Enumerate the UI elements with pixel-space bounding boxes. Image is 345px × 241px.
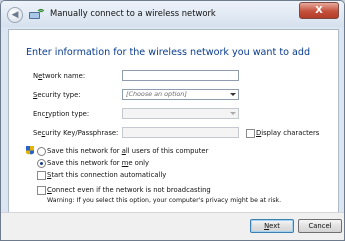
close-button[interactable]: X — [299, 2, 339, 19]
network-name-label: Network name: — [33, 72, 86, 80]
save-all-users-label: Save this network for all users of this … — [47, 147, 209, 155]
save-me-only-label: Save this network for me only — [47, 159, 150, 167]
back-arrow-icon: ◀ — [11, 10, 19, 20]
encryption-type-select[interactable] — [122, 108, 239, 119]
button-bar: Next Cancel — [1, 212, 344, 240]
next-button[interactable]: Next — [250, 219, 294, 233]
security-type-value: [Choose an option] — [126, 90, 187, 98]
security-type-label: Security type: — [33, 91, 81, 99]
save-all-users-radio[interactable] — [37, 147, 46, 156]
connect-not-broadcasting-label: Connect even if the network is not broad… — [47, 186, 211, 194]
wireless-network-icon — [29, 8, 44, 19]
network-name-input[interactable] — [122, 70, 239, 81]
chevron-down-icon — [230, 112, 236, 115]
window-title: Manually connect to a wireless network — [50, 8, 216, 18]
privacy-warning-text: Warning: If you select this option, your… — [47, 197, 282, 204]
back-button[interactable]: ◀ — [7, 7, 23, 23]
security-key-input[interactable] — [122, 127, 239, 138]
title-bar: ◀ Manually connect to a wireless network… — [1, 1, 344, 27]
cancel-button[interactable]: Cancel — [298, 219, 342, 233]
content-panel: Enter information for the wireless netwo… — [8, 29, 339, 214]
dialog-window: ◀ Manually connect to a wireless network… — [0, 0, 345, 241]
chevron-down-icon — [230, 93, 236, 96]
save-me-only-radio[interactable] — [37, 159, 46, 168]
start-automatically-checkbox[interactable] — [37, 171, 46, 180]
display-characters-label: Display characters — [256, 129, 320, 137]
shield-icon — [26, 146, 34, 155]
page-heading: Enter information for the wireless netwo… — [26, 47, 311, 58]
close-icon: X — [315, 5, 323, 16]
display-characters-checkbox[interactable] — [246, 129, 255, 138]
encryption-type-label: Encryption type: — [33, 110, 90, 118]
start-automatically-label: Start this connection automatically — [47, 171, 167, 179]
security-type-select[interactable]: [Choose an option] — [122, 89, 239, 100]
connect-not-broadcasting-checkbox[interactable] — [37, 186, 46, 195]
security-key-label: Security Key/Passphrase: — [33, 129, 119, 137]
